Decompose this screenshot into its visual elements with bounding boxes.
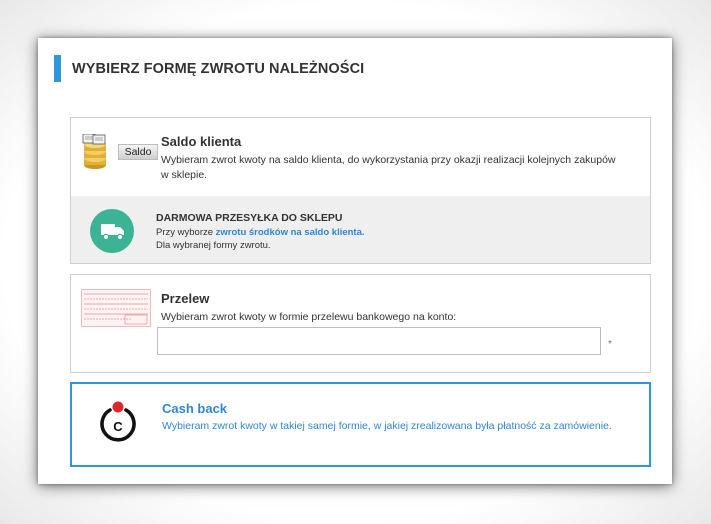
saldo-desc-line1: Wybieram zwrot kwoty na saldo klienta, d… xyxy=(161,154,616,166)
option-saldo-klienta[interactable]: Saldo Saldo klienta Wybieram zwrot kwoty… xyxy=(70,117,651,264)
cash-back-icon-letter: C xyxy=(113,419,123,434)
refund-form-panel: WYBIERZ FORMĘ ZWROTU NALEŻNOŚCI Saldo Sa… xyxy=(38,38,672,484)
cash-back-icon: C xyxy=(96,398,140,446)
truck-icon-circle xyxy=(90,209,134,253)
option-cash-back[interactable]: C Cash back Wybieram zwrot kwoty w takie… xyxy=(70,382,651,467)
cash-back-title: Cash back xyxy=(162,401,228,416)
free-shipping-promo: DARMOWA PRZESYŁKA DO SKLEPU Przy wyborze… xyxy=(71,196,650,263)
bank-transfer-form-icon xyxy=(81,289,151,327)
required-asterisk: * xyxy=(608,339,612,350)
promo-link[interactable]: zwrotu środków na saldo klienta. xyxy=(216,227,365,238)
saldo-desc-line2: w sklepie. xyxy=(161,169,208,181)
przelew-title: Przelew xyxy=(161,291,210,306)
promo-line2: Dla wybranej formy zwrotu. xyxy=(156,240,271,251)
bank-account-input[interactable] xyxy=(157,327,601,355)
promo-line1: Przy wyborze zwrotu środków na saldo kli… xyxy=(156,227,365,238)
promo-line1-prefix: Przy wyborze xyxy=(156,227,216,238)
heading-accent-bar xyxy=(54,55,61,82)
page-title: WYBIERZ FORMĘ ZWROTU NALEŻNOŚCI xyxy=(72,60,365,77)
cash-back-desc: Wybieram zwrot kwoty w takiej samej form… xyxy=(162,420,612,432)
saldo-title: Saldo klienta xyxy=(161,134,242,149)
section-heading: WYBIERZ FORMĘ ZWROTU NALEŻNOŚCI xyxy=(54,55,364,82)
truck-icon xyxy=(101,224,124,241)
promo-title: DARMOWA PRZESYŁKA DO SKLEPU xyxy=(156,212,343,224)
option-przelew[interactable]: Przelew Wybieram zwrot kwoty w formie pr… xyxy=(70,274,651,373)
przelew-desc: Wybieram zwrot kwoty w formie przelewu b… xyxy=(161,311,457,323)
saldo-icon-label: Saldo xyxy=(118,144,158,160)
